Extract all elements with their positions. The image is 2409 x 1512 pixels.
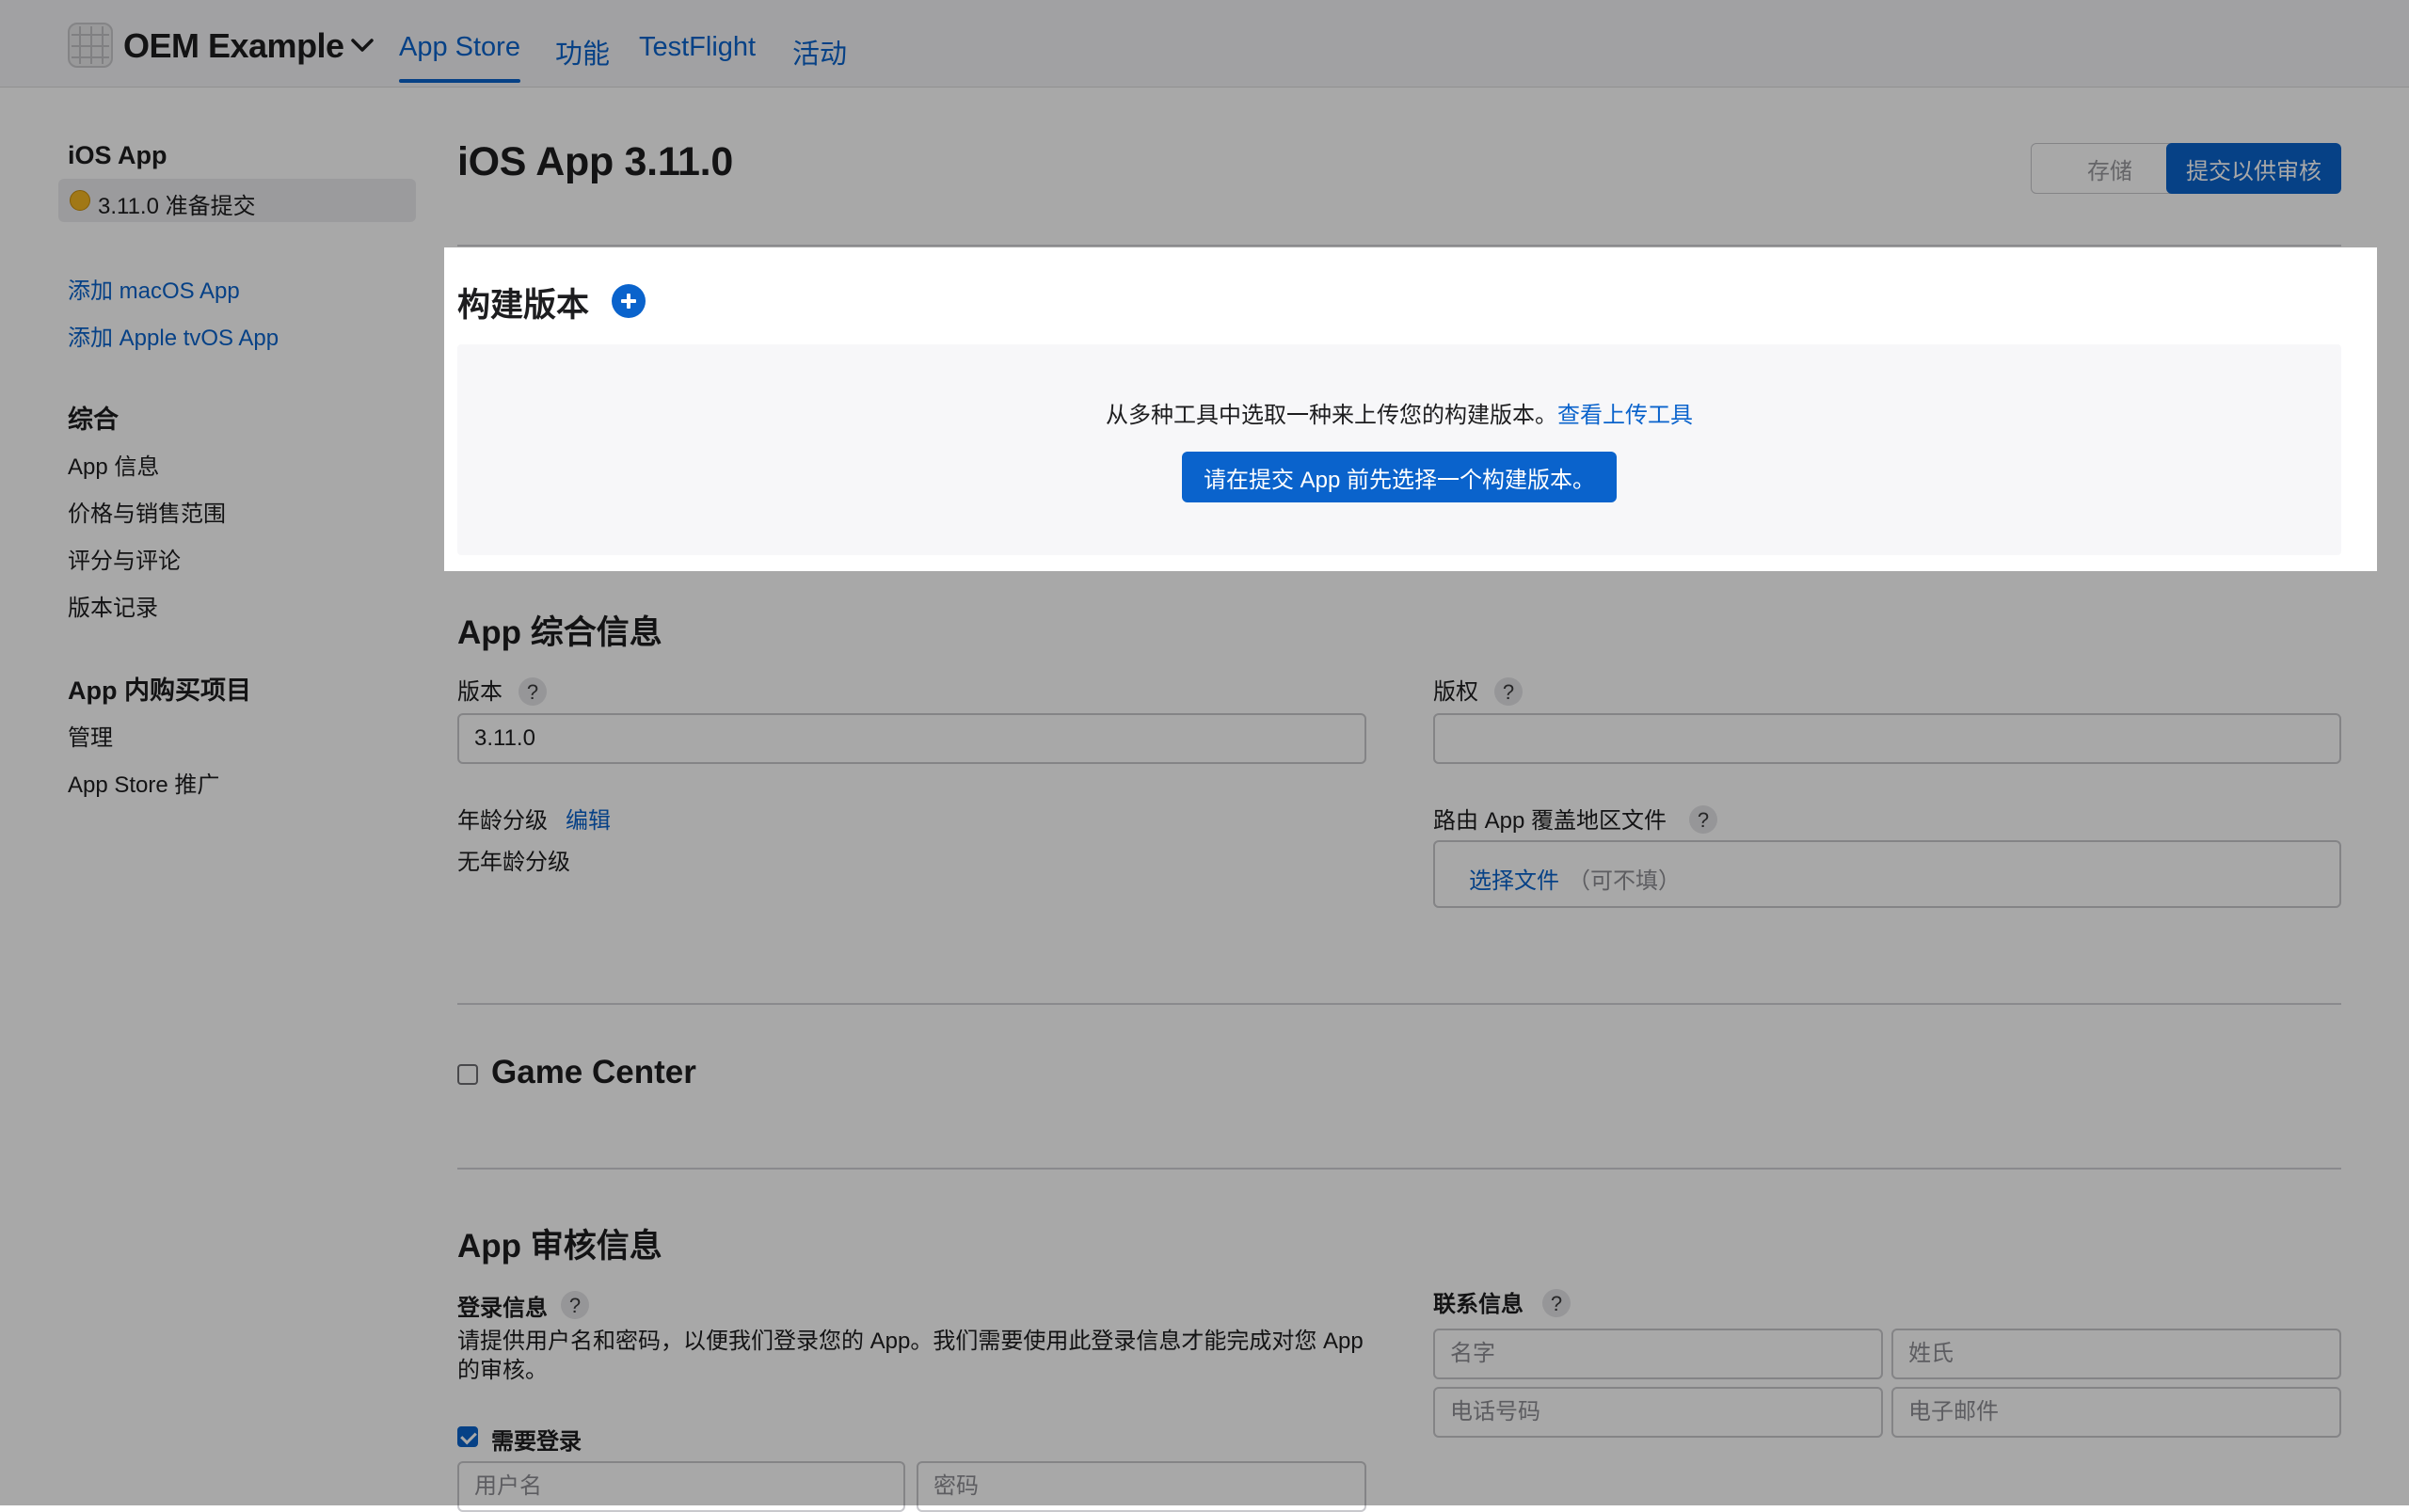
game-center-checkbox[interactable] [457,1064,478,1085]
version-label: 版本 [457,679,503,705]
sidebar-version-label: 3.11.0 准备提交 [98,194,256,219]
sidebar-item-version-history[interactable]: 版本记录 [68,589,158,622]
sidebar-platform-title: iOS App [68,141,168,169]
divider [457,245,2341,247]
add-macos-app-link[interactable]: 添加 macOS App [68,272,240,305]
contact-info-label: 联系信息 [1433,1292,1524,1317]
page-title: iOS App 3.11.0 [457,139,733,184]
help-icon[interactable]: ? [518,677,547,706]
last-name-input[interactable]: 姓氏 [1891,1329,2341,1379]
login-description-line1: 请提供用户名和密码，以便我们登录您的 App。我们需要使用此登录信息才能完成对您… [457,1329,1364,1354]
general-info-heading: App 综合信息 [457,614,662,651]
game-center-heading: Game Center [491,1054,696,1090]
version-field[interactable]: 3.11.0 [457,713,1366,764]
sidebar-item-pricing[interactable]: 价格与销售范围 [68,495,226,528]
sidebar-item-promotion[interactable]: App Store 推广 [68,766,219,799]
sidebar-general-title: 综合 [68,406,119,434]
build-section-heading: 构建版本 [457,287,590,324]
email-input[interactable]: 电子邮件 [1891,1387,2341,1438]
requires-login-checkbox[interactable] [457,1426,478,1447]
tab-activity[interactable]: 活动 [792,32,847,72]
choose-file-link[interactable]: 选择文件 [1469,862,1559,895]
copyright-field[interactable] [1433,713,2341,764]
help-icon[interactable]: ? [1689,805,1717,834]
username-input[interactable]: 用户名 [457,1461,905,1512]
age-rating-label: 年龄分级 [457,808,548,834]
add-build-icon[interactable] [612,284,646,318]
phone-input[interactable]: 电话号码 [1433,1387,1883,1438]
select-build-button[interactable]: 请在提交 App 前先选择一个构建版本。 [1182,452,1617,502]
age-rating-edit-link[interactable]: 编辑 [566,802,611,835]
tab-app-store[interactable]: App Store [399,32,520,83]
sidebar-item-ratings[interactable]: 评分与评论 [68,542,181,575]
routing-file-label: 路由 App 覆盖地区文件 [1433,808,1667,834]
tab-features[interactable]: 功能 [555,32,610,72]
divider [457,1168,2341,1170]
help-icon[interactable]: ? [1494,677,1523,706]
app-name[interactable]: OEM Example [123,26,344,66]
sidebar-item-manage[interactable]: 管理 [68,719,113,752]
requires-login-label: 需要登录 [491,1429,582,1455]
sidebar-iap-title: App 内购买项目 [68,676,251,705]
save-button[interactable]: 存储 [2031,143,2189,194]
help-icon[interactable]: ? [561,1291,589,1319]
tab-testflight[interactable]: TestFlight [639,32,756,63]
focus-overlay [2377,247,2409,571]
age-rating-value: 无年龄分级 [457,850,570,875]
password-input[interactable]: 密码 [917,1461,1366,1512]
divider [457,1003,2341,1005]
app-icon [68,23,113,68]
first-name-input[interactable]: 名字 [1433,1329,1883,1379]
chevron-down-icon[interactable] [350,38,375,53]
copyright-label: 版权 [1433,679,1478,705]
build-panel: 从多种工具中选取一种来上传您的构建版本。查看上传工具 请在提交 App 前先选择… [457,344,2341,555]
add-tvos-app-link[interactable]: 添加 Apple tvOS App [68,319,279,352]
sidebar-item-app-info[interactable]: App 信息 [68,448,159,481]
status-pending-icon [70,190,90,211]
login-description-line2: 的审核。 [457,1358,548,1383]
view-upload-tools-link[interactable]: 查看上传工具 [1557,403,1693,428]
review-info-heading: App 审核信息 [457,1228,662,1265]
optional-note: （可不填） [1568,868,1681,894]
help-icon[interactable]: ? [1542,1289,1571,1317]
build-message: 从多种工具中选取一种来上传您的构建版本。查看上传工具 [1106,403,1693,428]
submit-for-review-button[interactable]: 提交以供审核 [2166,143,2341,194]
top-navigation-bar: OEM Example App Store 功能 TestFlight 活动 [0,0,2409,88]
login-info-label: 登录信息 [457,1296,548,1321]
